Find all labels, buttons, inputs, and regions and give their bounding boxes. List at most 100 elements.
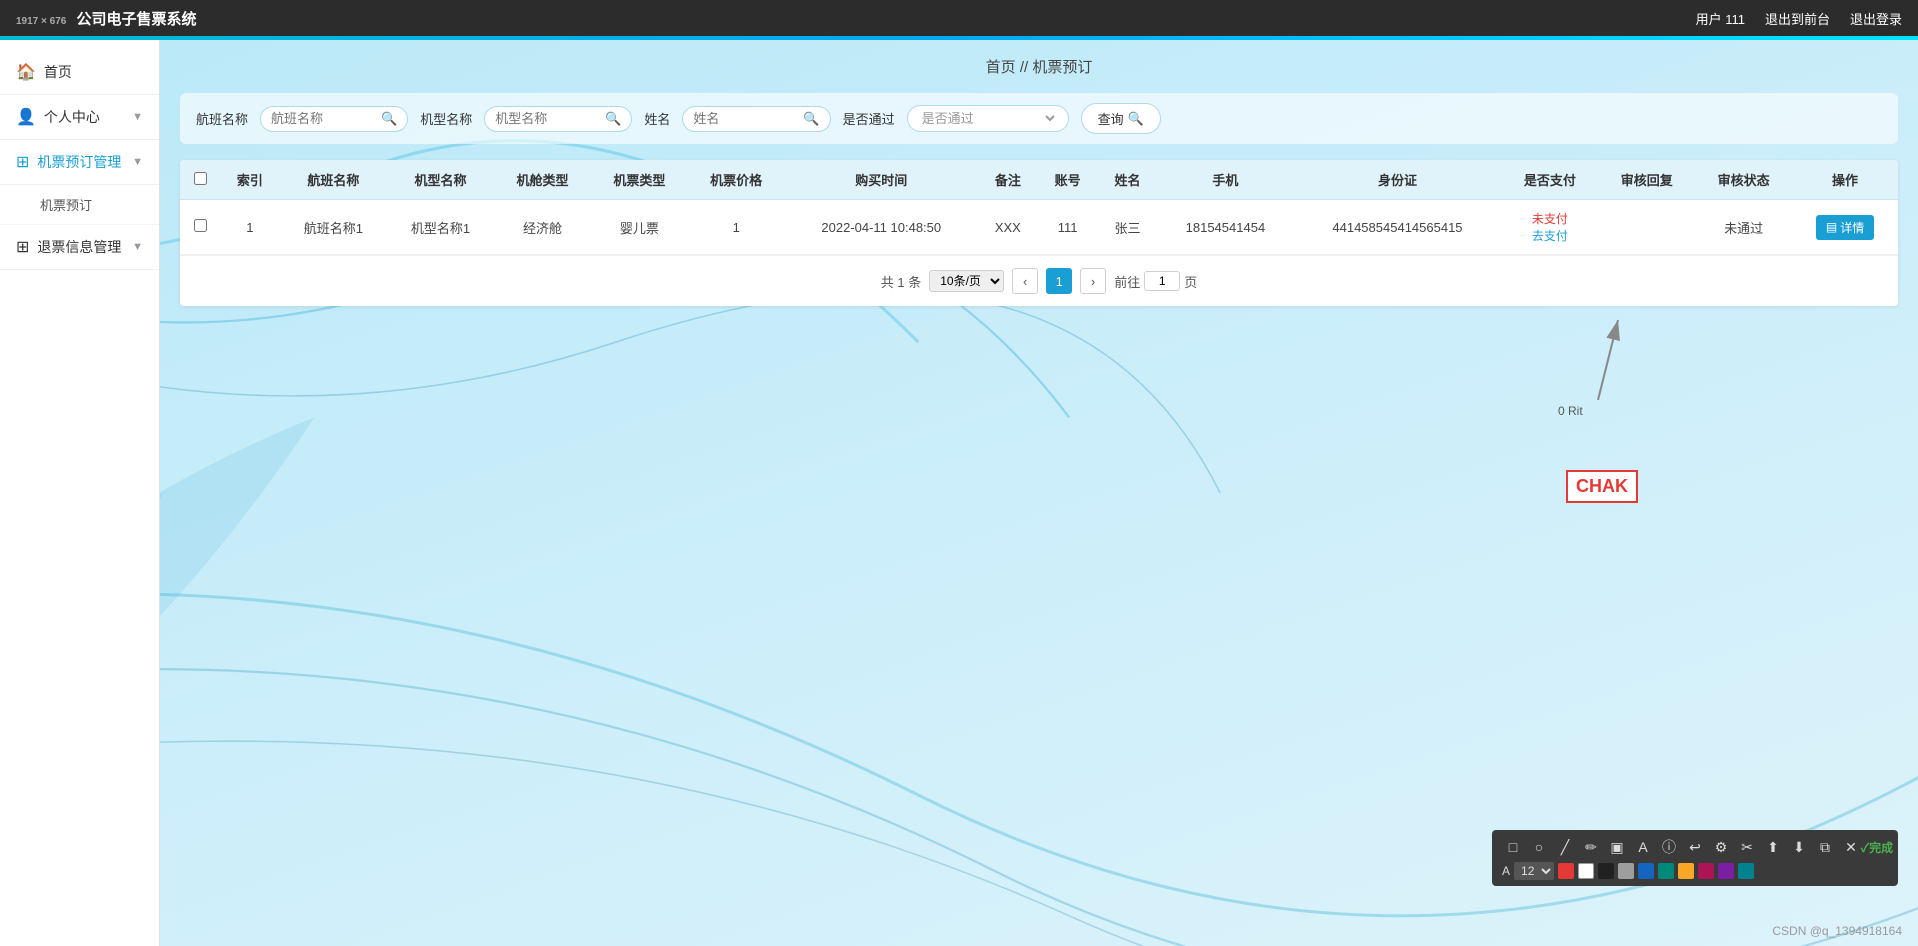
col-buy-time: 购买时间 [785,160,978,200]
color-blue[interactable] [1638,863,1654,879]
cell-action: ▤ 详情 [1792,200,1898,255]
font-size-select[interactable]: 12 14 16 18 24 [1514,862,1554,880]
color-gray[interactable] [1618,863,1634,879]
top-header: 1917 × 676 公司电子售票系统 用户 111 退出到前台 退出登录 [0,0,1918,36]
font-label: A [1502,864,1510,878]
cell-note: XXX [978,200,1038,255]
color-teal[interactable] [1658,863,1674,879]
user-label: 用户 111 [1696,9,1745,28]
approval-select-wrap: 是否通过 [907,105,1069,132]
name-input-wrap: 🔍 [682,106,830,132]
main-layout: 🏠 首页 👤 个人中心 ▼ ⊞ 机票预订管理 ▼ 机票预订 ⊞ 退票信息管理 ▼ [0,40,1918,946]
color-purple[interactable] [1718,863,1734,879]
upload-tool-icon[interactable]: ⬆ [1762,836,1784,858]
home-icon: 🏠 [16,62,36,82]
app-title: 1917 × 676 公司电子售票系统 [16,8,197,29]
flight-input-wrap: 🔍 [260,106,408,132]
cell-phone: 18154541454 [1157,200,1293,255]
col-index: 索引 [220,160,280,200]
name-label: 姓名 [644,109,670,128]
table-container: 索引 航班名称 机型名称 机舱类型 机票类型 机票价格 购买时间 备注 账号 姓… [180,160,1898,306]
sidebar-item-ticket-mgmt[interactable]: ⊞ 机票预订管理 ▼ [0,140,159,185]
goto-label: 前往 [1114,272,1140,291]
col-cabin: 机舱类型 [494,160,591,200]
chak-text: CHAK [1576,476,1628,496]
cell-account: 111 [1038,200,1098,255]
scissors-tool-icon[interactable]: ✂ [1736,836,1758,858]
col-price: 机票价格 [688,160,785,200]
logout-btn[interactable]: 退出登录 [1850,9,1902,28]
col-review-status: 审核状态 [1695,160,1792,200]
page-goto: 前往 页 [1114,271,1197,291]
cell-price: 1 [688,200,785,255]
info-tool-icon[interactable]: ⓘ [1658,836,1680,858]
sidebar-item-profile-label: 个人中心 [44,107,100,127]
arrow-annotation: 0 Rit [1558,300,1638,420]
flight-input[interactable] [271,111,381,126]
sidebar-item-home-label: 首页 [44,62,72,82]
chevron-down-icon-3: ▼ [132,241,143,253]
text-tool-icon[interactable]: A [1632,836,1654,858]
name-input[interactable] [693,111,803,126]
next-page-btn[interactable]: › [1080,268,1106,294]
rect-tool-icon[interactable]: □ [1502,836,1524,858]
model-input[interactable] [495,111,605,126]
sidebar-item-ticket-mgmt-label: 机票预订管理 [37,152,121,172]
approval-select[interactable]: 是否通过 [918,110,1058,127]
image-tool-icon[interactable]: ▣ [1606,836,1628,858]
data-table: 索引 航班名称 机型名称 机舱类型 机票类型 机票价格 购买时间 备注 账号 姓… [180,160,1898,255]
sidebar-item-refund-mgmt[interactable]: ⊞ 退票信息管理 ▼ [0,225,159,270]
cell-ticket-type: 婴儿票 [591,200,688,255]
sidebar-item-refund-mgmt-label: 退票信息管理 [37,237,121,257]
row-checkbox[interactable] [194,219,207,232]
cell-model: 机型名称1 [387,200,494,255]
detail-btn-label: 详情 [1840,219,1864,236]
done-button[interactable]: ✓完成 [1866,836,1888,858]
color-pink[interactable] [1698,863,1714,879]
pay-link[interactable]: 去支付 [1510,227,1591,244]
pagination: 共 1 条 10条/页 20条/页 50条/页 ‹ 1 › 前往 页 [180,255,1898,306]
color-black[interactable] [1598,863,1614,879]
col-id-card: 身份证 [1293,160,1501,200]
query-search-icon: 🔍 [1128,111,1144,127]
undo-tool-icon[interactable]: ↩ [1684,836,1706,858]
chevron-down-icon-2: ▼ [132,156,143,168]
cell-name: 张三 [1098,200,1158,255]
download-tool-icon[interactable]: ⬇ [1788,836,1810,858]
total-count: 共 1 条 [881,272,921,291]
search-icon-name: 🔍 [803,111,819,127]
sidebar-item-home[interactable]: 🏠 首页 [0,50,159,95]
settings-tool-icon[interactable]: ⚙ [1710,836,1732,858]
color-red[interactable] [1558,863,1574,879]
page-label: 页 [1184,272,1197,291]
prev-page-btn[interactable]: ‹ [1012,268,1038,294]
select-all-checkbox[interactable] [194,172,207,185]
color-cyan[interactable] [1738,863,1754,879]
table-header-row: 索引 航班名称 机型名称 机舱类型 机票类型 机票价格 购买时间 备注 账号 姓… [180,160,1898,200]
chevron-down-icon: ▼ [132,111,143,123]
sidebar-item-ticket-booking[interactable]: 机票预订 [0,185,159,225]
page-1-btn[interactable]: 1 [1046,268,1072,294]
cell-buy-time: 2022-04-11 10:48:50 [785,200,978,255]
detail-button[interactable]: ▤ 详情 [1816,215,1874,240]
col-account: 账号 [1038,160,1098,200]
size-indicator: 1917 × 676 [16,16,66,27]
goto-input[interactable] [1144,271,1180,291]
search-bar: 航班名称 🔍 机型名称 🔍 姓名 🔍 是否通过 [180,93,1898,144]
line-tool-icon[interactable]: ╱ [1554,836,1576,858]
color-yellow[interactable] [1678,863,1694,879]
per-page-select[interactable]: 10条/页 20条/页 50条/页 [929,270,1004,292]
cell-paid: 未支付 去支付 [1502,200,1599,255]
close-tool-icon[interactable]: ✕ [1840,836,1862,858]
copy-tool-icon[interactable]: ⧉ [1814,836,1836,858]
chak-annotation: CHAK [1566,470,1638,503]
approval-label: 是否通过 [843,109,895,128]
circle-tool-icon[interactable]: ○ [1528,836,1550,858]
back-btn[interactable]: 退出到前台 [1765,9,1830,28]
col-review-reply: 审核回复 [1598,160,1695,200]
color-white[interactable] [1578,863,1594,879]
cell-id-card: 441458545414565415 [1293,200,1501,255]
query-button[interactable]: 查询 🔍 [1081,103,1161,134]
sidebar-item-profile[interactable]: 👤 个人中心 ▼ [0,95,159,140]
pencil-tool-icon[interactable]: ✏ [1580,836,1602,858]
